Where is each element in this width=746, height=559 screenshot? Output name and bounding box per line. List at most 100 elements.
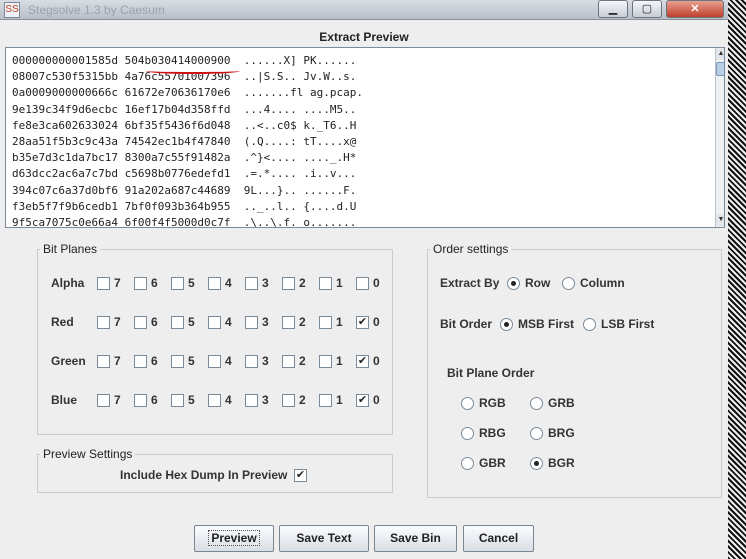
bit-label: 2 — [299, 276, 306, 290]
msb-first-radio[interactable] — [500, 318, 513, 331]
checkbox-green-bit-2[interactable] — [282, 355, 295, 368]
bit-label: 4 — [225, 393, 232, 407]
plane-order-rgb-radio[interactable] — [461, 397, 474, 410]
checkbox-alpha-bit-6[interactable] — [134, 277, 147, 290]
bit-label: 5 — [188, 276, 195, 290]
preview-button[interactable]: Preview — [194, 525, 274, 552]
bit-label: 0 — [373, 276, 380, 290]
scroll-up-icon[interactable]: ▲ — [716, 48, 724, 60]
save-bin-button[interactable]: Save Bin — [374, 525, 457, 552]
checkbox-red-bit-4[interactable] — [208, 316, 221, 329]
plane-order-grb-radio[interactable] — [530, 397, 543, 410]
bit-label: 1 — [336, 315, 343, 329]
checkbox-blue-bit-7[interactable] — [97, 394, 110, 407]
checkbox-blue-bit-1[interactable] — [319, 394, 332, 407]
checkbox-blue-bit-0[interactable]: ✔ — [356, 394, 369, 407]
plane-order-brg-radio[interactable] — [530, 427, 543, 440]
checkbox-red-bit-2[interactable] — [282, 316, 295, 329]
window-title: Stegsolve 1.3 by Caesum — [28, 3, 165, 17]
checkbox-blue-bit-6[interactable] — [134, 394, 147, 407]
hex-dump-checkbox[interactable]: ✔ — [294, 469, 307, 482]
bit-row-label-alpha: Alpha — [51, 276, 85, 290]
maximize-button[interactable]: ▢ — [632, 0, 662, 18]
bit-label: 2 — [299, 393, 306, 407]
bit-label: 5 — [188, 315, 195, 329]
bit-label: 5 — [188, 354, 195, 368]
preview-scrollbar[interactable]: ▲ ▼ — [715, 48, 724, 227]
plane-order-gbr-radio-label: GBR — [479, 456, 506, 470]
plane-order-bgr-radio[interactable] — [530, 457, 543, 470]
preview-line: b35e7d3c1da7bc17 8300a7c55f91482a .^}<..… — [12, 151, 357, 165]
extract-preview-heading: Extract Preview — [319, 30, 409, 44]
bit-label: 3 — [262, 393, 269, 407]
bit-label: 7 — [114, 315, 121, 329]
plane-order-grb-radio-label: GRB — [548, 396, 575, 410]
bit-label: 0 — [373, 354, 380, 368]
preview-line: fe8e3ca602633024 6bf35f5436f6d048 ..<..c… — [12, 118, 357, 132]
extract-by-row-radio[interactable] — [507, 277, 520, 290]
checkbox-green-bit-4[interactable] — [208, 355, 221, 368]
checkbox-blue-bit-4[interactable] — [208, 394, 221, 407]
bit-label: 4 — [225, 276, 232, 290]
preview-settings-group: Preview Settings Include Hex Dump In Pre… — [37, 447, 393, 493]
bit-label: 6 — [151, 354, 158, 368]
plane-order-rgb-radio-label: RGB — [479, 396, 506, 410]
checkbox-alpha-bit-1[interactable] — [319, 277, 332, 290]
check-icon: ✔ — [295, 469, 306, 481]
scroll-down-icon[interactable]: ▼ — [716, 214, 724, 226]
order-settings-group: Order settings Extract By Row Column Bit Or… — [427, 242, 722, 498]
checkbox-green-bit-7[interactable] — [97, 355, 110, 368]
save-text-button[interactable]: Save Text — [279, 525, 369, 552]
preview-line: 08007c530f5315bb 4a76c55701007396 ..|S.S… — [12, 70, 357, 84]
preview-text-area[interactable]: 000000000001585d 504b030414000900 ......… — [5, 47, 725, 228]
extract-by-row-radio-label: Row — [525, 276, 551, 290]
lsb-first-radio[interactable] — [583, 318, 596, 331]
check-icon: ✔ — [357, 394, 368, 406]
preview-settings-title: Preview Settings — [40, 447, 136, 461]
extract-by-column-radio[interactable] — [562, 277, 575, 290]
checkbox-blue-bit-3[interactable] — [245, 394, 258, 407]
maximize-icon: ▢ — [641, 3, 653, 15]
desktop-background — [728, 0, 746, 559]
bit-label: 3 — [262, 276, 269, 290]
plane-order-bgr-radio-label: BGR — [548, 456, 575, 470]
checkbox-red-bit-3[interactable] — [245, 316, 258, 329]
close-icon: ✕ — [690, 3, 700, 15]
preview-line: d63dcc2ac6a7c7bd c5698b0776edefd1 .=.*..… — [12, 167, 357, 181]
preview-line: 0a0009000000666c 61672e70636170e6 ......… — [12, 86, 363, 100]
checkbox-green-bit-0[interactable]: ✔ — [356, 355, 369, 368]
preview-line: f3eb5f7f9b6cedb1 7bf0f093b364b955 .._..l… — [12, 199, 357, 213]
plane-order-gbr-radio[interactable] — [461, 457, 474, 470]
checkbox-red-bit-1[interactable] — [319, 316, 332, 329]
checkbox-red-bit-5[interactable] — [171, 316, 184, 329]
bit-plane-order-label: Bit Plane Order — [447, 366, 535, 380]
plane-order-brg-radio-label: BRG — [548, 426, 575, 440]
checkbox-red-bit-7[interactable] — [97, 316, 110, 329]
checkbox-alpha-bit-5[interactable] — [171, 277, 184, 290]
checkbox-alpha-bit-4[interactable] — [208, 277, 221, 290]
checkbox-blue-bit-2[interactable] — [282, 394, 295, 407]
checkbox-alpha-bit-2[interactable] — [282, 277, 295, 290]
checkbox-red-bit-0[interactable]: ✔ — [356, 316, 369, 329]
checkbox-alpha-bit-7[interactable] — [97, 277, 110, 290]
checkbox-green-bit-6[interactable] — [134, 355, 147, 368]
checkbox-green-bit-1[interactable] — [319, 355, 332, 368]
checkbox-green-bit-3[interactable] — [245, 355, 258, 368]
checkbox-alpha-bit-3[interactable] — [245, 277, 258, 290]
plane-order-rbg-radio[interactable] — [461, 427, 474, 440]
checkbox-blue-bit-5[interactable] — [171, 394, 184, 407]
checkbox-green-bit-5[interactable] — [171, 355, 184, 368]
scroll-thumb[interactable] — [716, 62, 724, 76]
cancel-button[interactable]: Cancel — [463, 525, 534, 552]
checkbox-alpha-bit-0[interactable] — [356, 277, 369, 290]
close-button[interactable]: ✕ — [666, 0, 724, 18]
bit-label: 7 — [114, 393, 121, 407]
bit-row-label-blue: Blue — [51, 393, 78, 407]
app-icon: SS — [4, 2, 20, 18]
minimize-button[interactable]: ▁ — [598, 0, 628, 18]
bit-planes-title: Bit Planes — [40, 242, 101, 256]
title-bar[interactable]: SS Stegsolve 1.3 by Caesum ▁ ▢ ✕ — [0, 0, 728, 20]
preview-lines: 000000000001585d 504b030414000900 ......… — [12, 53, 710, 227]
checkbox-red-bit-6[interactable] — [134, 316, 147, 329]
hex-dump-label: Include Hex Dump In Preview — [120, 468, 288, 482]
